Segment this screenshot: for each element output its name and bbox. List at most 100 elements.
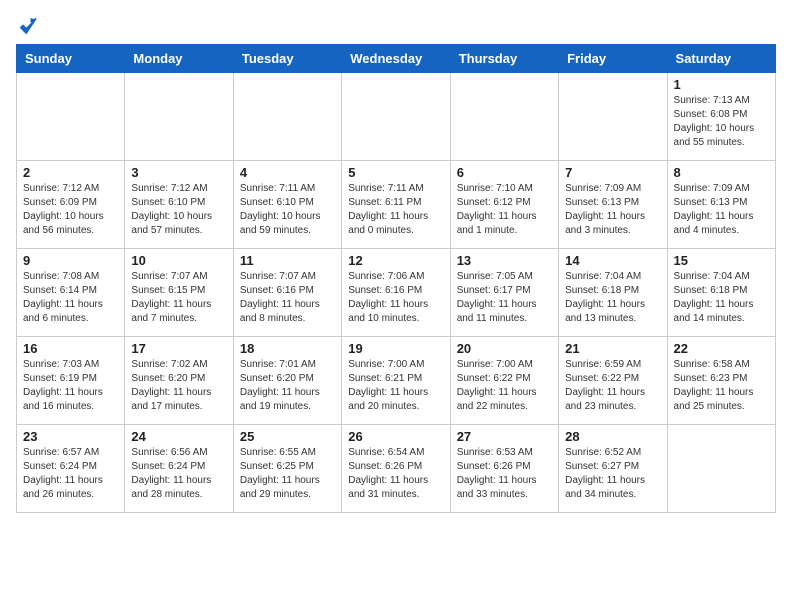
calendar-cell: 5 Sunrise: 7:11 AM Sunset: 6:11 PM Daylig…: [342, 161, 450, 249]
logo-bird-icon: [18, 16, 38, 36]
weekday-header-thursday: Thursday: [450, 45, 558, 73]
day-number: 13: [457, 253, 552, 268]
calendar-cell: [450, 73, 558, 161]
day-info: Sunrise: 7:04 AM Sunset: 6:18 PM Dayligh…: [674, 270, 769, 326]
day-info: Sunrise: 7:11 AM Sunset: 6:10 PM Dayligh…: [240, 182, 335, 238]
day-number: 9: [23, 253, 118, 268]
calendar-cell: 9 Sunrise: 7:08 AM Sunset: 6:14 PM Daylig…: [17, 249, 125, 337]
calendar-cell: 12 Sunrise: 7:06 AM Sunset: 6:16 PM Dayli…: [342, 249, 450, 337]
day-number: 14: [565, 253, 660, 268]
calendar-cell: [233, 73, 341, 161]
day-number: 28: [565, 429, 660, 444]
page-header: [16, 16, 776, 36]
day-info: Sunrise: 7:00 AM Sunset: 6:21 PM Dayligh…: [348, 358, 443, 414]
calendar-cell: [559, 73, 667, 161]
day-number: 16: [23, 341, 118, 356]
calendar-table: SundayMondayTuesdayWednesdayThursdayFrid…: [16, 44, 776, 513]
weekday-header-friday: Friday: [559, 45, 667, 73]
calendar-cell: [125, 73, 233, 161]
day-number: 21: [565, 341, 660, 356]
day-number: 5: [348, 165, 443, 180]
calendar-week-row: 1 Sunrise: 7:13 AM Sunset: 6:08 PM Daylig…: [17, 73, 776, 161]
day-number: 1: [674, 77, 769, 92]
calendar-cell: 3Sunrise: 7:12 AM Sunset: 6:10 PM Daylig…: [125, 161, 233, 249]
calendar-cell: 19 Sunrise: 7:00 AM Sunset: 6:21 PM Dayli…: [342, 337, 450, 425]
day-info: Sunrise: 7:09 AM Sunset: 6:13 PM Dayligh…: [674, 182, 769, 238]
day-info: Sunrise: 7:06 AM Sunset: 6:16 PM Dayligh…: [348, 270, 443, 326]
calendar-cell: 10 Sunrise: 7:07 AM Sunset: 6:15 PM Dayli…: [125, 249, 233, 337]
day-info: Sunrise: 7:05 AM Sunset: 6:17 PM Dayligh…: [457, 270, 552, 326]
day-info: Sunrise: 7:08 AM Sunset: 6:14 PM Dayligh…: [23, 270, 118, 326]
weekday-header-saturday: Saturday: [667, 45, 775, 73]
calendar-week-row: 16 Sunrise: 7:03 AM Sunset: 6:19 PM Dayli…: [17, 337, 776, 425]
day-number: 7: [565, 165, 660, 180]
calendar-header-row: SundayMondayTuesdayWednesdayThursdayFrid…: [17, 45, 776, 73]
day-number: 26: [348, 429, 443, 444]
calendar-cell: 11 Sunrise: 7:07 AM Sunset: 6:16 PM Dayli…: [233, 249, 341, 337]
day-info: Sunrise: 7:12 AM Sunset: 6:10 PM Dayligh…: [131, 182, 226, 238]
day-number: 18: [240, 341, 335, 356]
calendar-cell: 13 Sunrise: 7:05 AM Sunset: 6:17 PM Dayli…: [450, 249, 558, 337]
day-info: Sunrise: 7:13 AM Sunset: 6:08 PM Dayligh…: [674, 94, 769, 150]
day-number: 19: [348, 341, 443, 356]
day-number: 10: [131, 253, 226, 268]
calendar-cell: 26 Sunrise: 6:54 AM Sunset: 6:26 PM Dayli…: [342, 425, 450, 513]
day-number: 22: [674, 341, 769, 356]
day-info: Sunrise: 7:10 AM Sunset: 6:12 PM Dayligh…: [457, 182, 552, 238]
day-info: Sunrise: 6:58 AM Sunset: 6:23 PM Dayligh…: [674, 358, 769, 414]
day-number: 23: [23, 429, 118, 444]
calendar-week-row: 9 Sunrise: 7:08 AM Sunset: 6:14 PM Daylig…: [17, 249, 776, 337]
day-info: Sunrise: 7:11 AM Sunset: 6:11 PM Dayligh…: [348, 182, 443, 238]
day-number: 11: [240, 253, 335, 268]
day-info: Sunrise: 6:56 AM Sunset: 6:24 PM Dayligh…: [131, 446, 226, 502]
day-number: 15: [674, 253, 769, 268]
calendar-cell: 16 Sunrise: 7:03 AM Sunset: 6:19 PM Dayli…: [17, 337, 125, 425]
calendar-cell: 7Sunrise: 7:09 AM Sunset: 6:13 PM Daylig…: [559, 161, 667, 249]
calendar-cell: 18 Sunrise: 7:01 AM Sunset: 6:20 PM Dayli…: [233, 337, 341, 425]
calendar-cell: 1 Sunrise: 7:13 AM Sunset: 6:08 PM Daylig…: [667, 73, 775, 161]
weekday-header-monday: Monday: [125, 45, 233, 73]
calendar-cell: 8 Sunrise: 7:09 AM Sunset: 6:13 PM Daylig…: [667, 161, 775, 249]
day-number: 6: [457, 165, 552, 180]
day-info: Sunrise: 7:01 AM Sunset: 6:20 PM Dayligh…: [240, 358, 335, 414]
day-info: Sunrise: 6:52 AM Sunset: 6:27 PM Dayligh…: [565, 446, 660, 502]
calendar-cell: 28 Sunrise: 6:52 AM Sunset: 6:27 PM Dayli…: [559, 425, 667, 513]
calendar-cell: 6 Sunrise: 7:10 AM Sunset: 6:12 PM Daylig…: [450, 161, 558, 249]
calendar-week-row: 23 Sunrise: 6:57 AM Sunset: 6:24 PM Dayli…: [17, 425, 776, 513]
calendar-cell: 23 Sunrise: 6:57 AM Sunset: 6:24 PM Dayli…: [17, 425, 125, 513]
calendar-cell: [667, 425, 775, 513]
weekday-header-wednesday: Wednesday: [342, 45, 450, 73]
day-number: 12: [348, 253, 443, 268]
day-number: 8: [674, 165, 769, 180]
calendar-week-row: 2 Sunrise: 7:12 AM Sunset: 6:09 PM Daylig…: [17, 161, 776, 249]
day-info: Sunrise: 6:59 AM Sunset: 6:22 PM Dayligh…: [565, 358, 660, 414]
day-number: 24: [131, 429, 226, 444]
day-number: 25: [240, 429, 335, 444]
calendar-cell: 15 Sunrise: 7:04 AM Sunset: 6:18 PM Dayli…: [667, 249, 775, 337]
day-info: Sunrise: 7:07 AM Sunset: 6:15 PM Dayligh…: [131, 270, 226, 326]
day-number: 2: [23, 165, 118, 180]
day-number: 27: [457, 429, 552, 444]
day-info: Sunrise: 6:57 AM Sunset: 6:24 PM Dayligh…: [23, 446, 118, 502]
calendar-cell: [342, 73, 450, 161]
day-info: Sunrise: 6:53 AM Sunset: 6:26 PM Dayligh…: [457, 446, 552, 502]
calendar-cell: 2 Sunrise: 7:12 AM Sunset: 6:09 PM Daylig…: [17, 161, 125, 249]
calendar-cell: 22 Sunrise: 6:58 AM Sunset: 6:23 PM Dayli…: [667, 337, 775, 425]
day-info: Sunrise: 7:12 AM Sunset: 6:09 PM Dayligh…: [23, 182, 118, 238]
calendar-cell: 25 Sunrise: 6:55 AM Sunset: 6:25 PM Dayli…: [233, 425, 341, 513]
day-info: Sunrise: 7:00 AM Sunset: 6:22 PM Dayligh…: [457, 358, 552, 414]
day-info: Sunrise: 7:02 AM Sunset: 6:20 PM Dayligh…: [131, 358, 226, 414]
day-info: Sunrise: 7:07 AM Sunset: 6:16 PM Dayligh…: [240, 270, 335, 326]
day-info: Sunrise: 7:03 AM Sunset: 6:19 PM Dayligh…: [23, 358, 118, 414]
calendar-cell: 24 Sunrise: 6:56 AM Sunset: 6:24 PM Dayli…: [125, 425, 233, 513]
logo: [16, 16, 38, 36]
calendar-cell: 17 Sunrise: 7:02 AM Sunset: 6:20 PM Dayli…: [125, 337, 233, 425]
day-info: Sunrise: 7:04 AM Sunset: 6:18 PM Dayligh…: [565, 270, 660, 326]
day-info: Sunrise: 6:54 AM Sunset: 6:26 PM Dayligh…: [348, 446, 443, 502]
day-number: 4: [240, 165, 335, 180]
weekday-header-tuesday: Tuesday: [233, 45, 341, 73]
day-info: Sunrise: 6:55 AM Sunset: 6:25 PM Dayligh…: [240, 446, 335, 502]
weekday-header-sunday: Sunday: [17, 45, 125, 73]
day-number: 17: [131, 341, 226, 356]
calendar-cell: 14 Sunrise: 7:04 AM Sunset: 6:18 PM Dayli…: [559, 249, 667, 337]
